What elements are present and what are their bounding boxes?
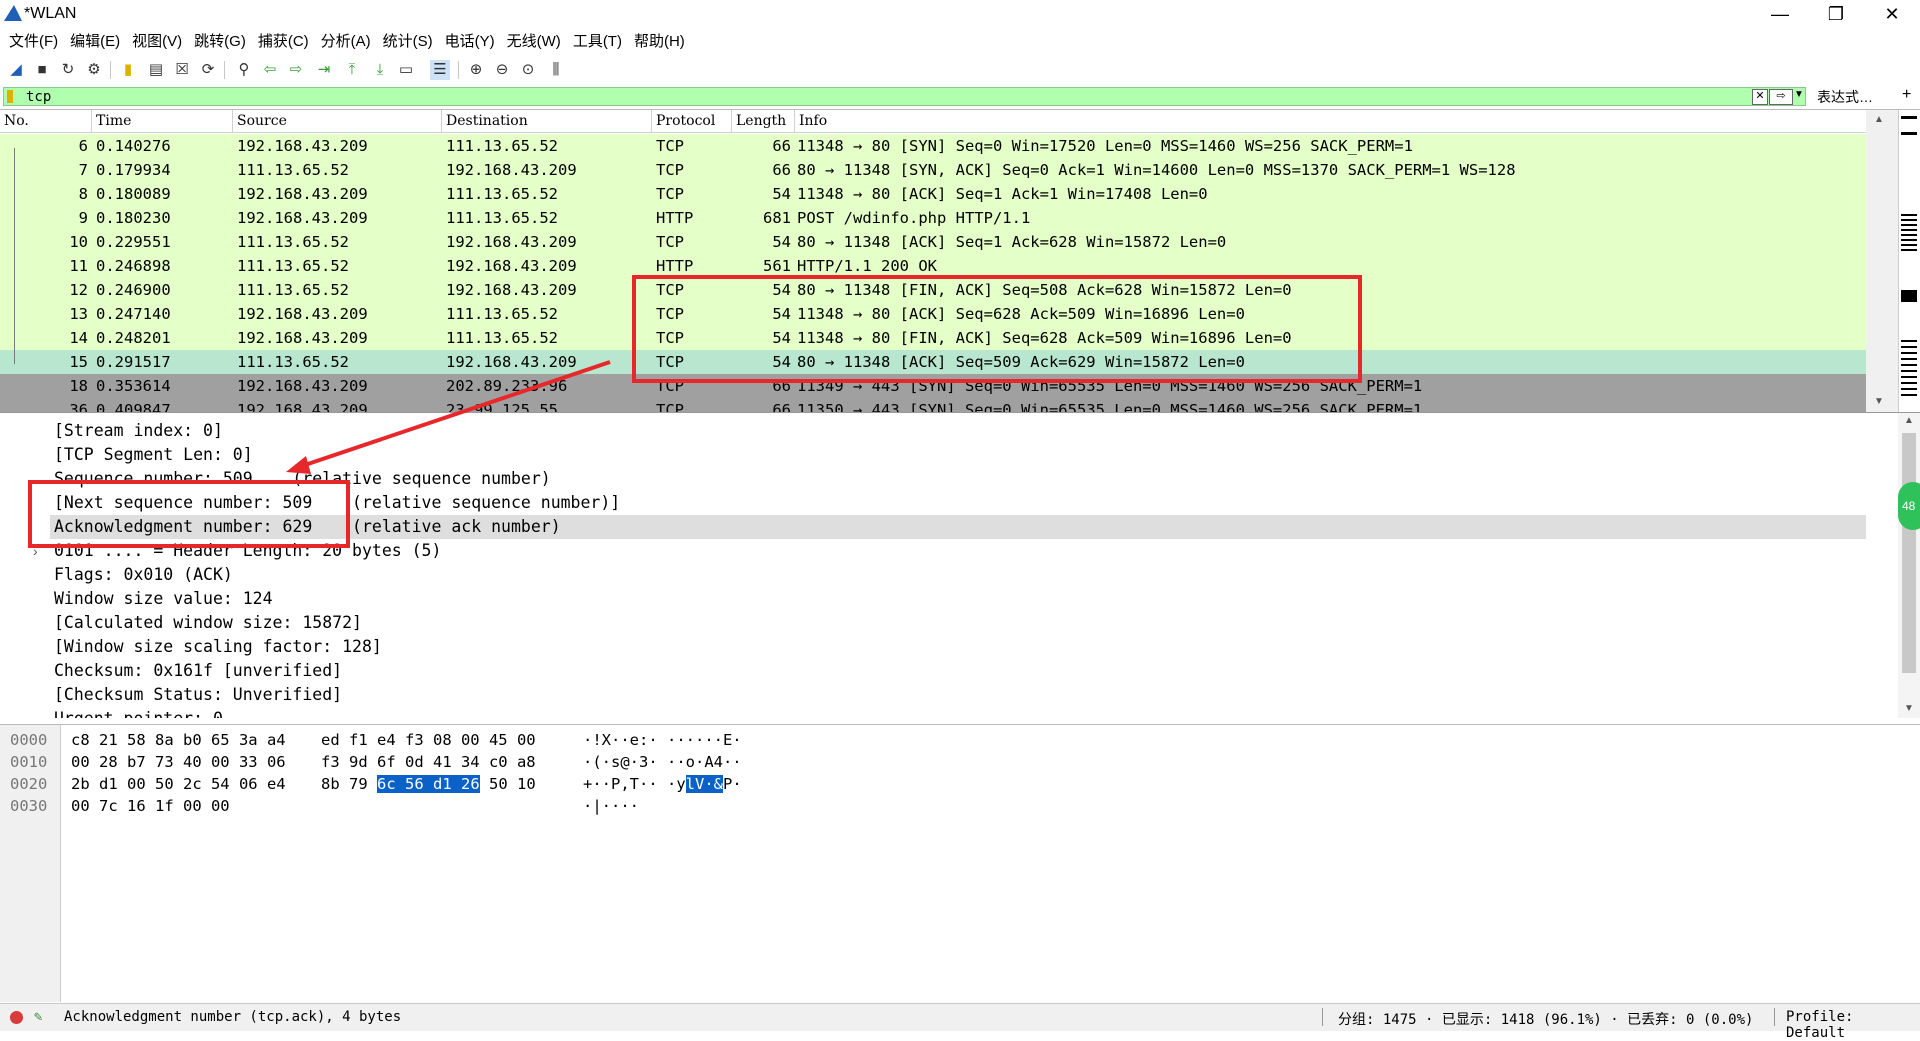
- annotation-arrow: [286, 360, 611, 474]
